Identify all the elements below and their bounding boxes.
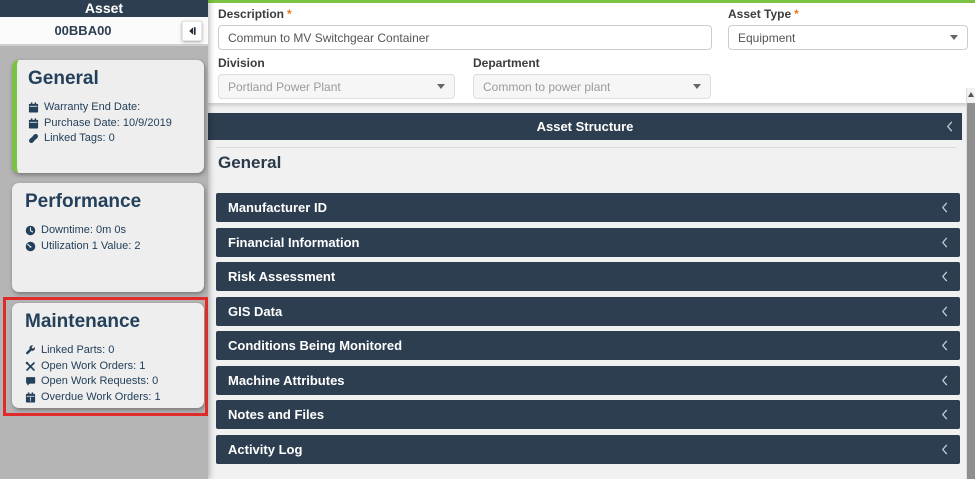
required-asterisk: *	[287, 7, 292, 21]
required-asterisk: *	[794, 7, 799, 21]
list-item: Warranty End Date:	[28, 100, 196, 116]
department-value: Common to power plant	[483, 79, 611, 94]
section-activity-log[interactable]: Activity Log	[216, 435, 960, 464]
general-card-title: General	[28, 68, 99, 89]
chevron-left-icon	[942, 271, 948, 282]
asset-sidebar: Asset 00BBA00 General Warranty End Date:…	[0, 0, 208, 479]
chevron-left-icon	[942, 306, 948, 317]
list-item: Open Work Requests: 0	[25, 374, 196, 390]
section-notes-and-files[interactable]: Notes and Files	[216, 400, 960, 429]
scrollbar-up-arrow-icon[interactable]	[968, 92, 974, 97]
asset-structure-title: Asset Structure	[536, 119, 634, 134]
vertical-scrollbar[interactable]	[966, 88, 975, 479]
wrench-icon	[26, 345, 35, 355]
section-risk-assessment[interactable]: Risk Assessment	[216, 262, 960, 291]
department-select[interactable]: Common to power plant	[473, 74, 711, 99]
performance-card: Performance Downtime: 0m 0s Utilization …	[12, 183, 204, 292]
section-machine-attributes[interactable]: Machine Attributes	[216, 366, 960, 395]
group-heading-general: General	[218, 153, 282, 172]
calendar-icon	[28, 118, 39, 129]
sidebar-header: Asset	[0, 0, 208, 17]
scrollbar-thumb[interactable]	[967, 103, 975, 479]
link-icon	[29, 134, 38, 144]
collapse-sidebar-button[interactable]	[182, 21, 202, 41]
clock-icon	[25, 225, 36, 236]
asset-structure-header[interactable]: Asset Structure	[208, 113, 962, 140]
maintenance-card: Maintenance Linked Parts: 0 Open Work Or…	[12, 303, 204, 408]
chevron-left-icon	[942, 340, 948, 351]
gauge-icon	[25, 241, 36, 252]
caret-down-icon	[437, 84, 445, 89]
asset-id: 00BBA00	[54, 23, 112, 38]
general-card: General Warranty End Date: Purchase Date…	[12, 60, 204, 173]
chevron-left-icon	[942, 409, 948, 420]
description-input[interactable]	[218, 25, 712, 50]
collapse-left-icon	[189, 27, 196, 35]
chevron-left-icon	[942, 375, 948, 386]
list-item: Utilization 1 Value: 2	[25, 239, 196, 255]
asset-type-label: Asset Type *	[728, 7, 799, 21]
maintenance-card-title: Maintenance	[25, 311, 141, 332]
chevron-left-icon	[942, 444, 948, 455]
comment-icon	[26, 377, 36, 386]
section-conditions-being-monitored[interactable]: Conditions Being Monitored	[216, 331, 960, 360]
section-financial-information[interactable]: Financial Information	[216, 228, 960, 257]
performance-card-title: Performance	[25, 191, 142, 212]
list-item: Downtime: 0m 0s	[25, 223, 196, 239]
divider	[216, 147, 956, 148]
chevron-left-icon	[942, 202, 948, 213]
chevron-left-icon	[942, 237, 948, 248]
asset-type-value: Equipment	[738, 30, 796, 45]
list-item: Linked Parts: 0	[25, 343, 196, 359]
chevron-left-icon	[947, 121, 953, 132]
calendar-icon	[28, 102, 39, 113]
department-label: Department	[473, 56, 540, 70]
sidebar-title: Asset	[84, 0, 124, 16]
list-item: Open Work Orders: 1	[25, 359, 196, 375]
caret-down-icon	[950, 35, 958, 40]
section-manufacturer-id[interactable]: Manufacturer ID	[216, 193, 960, 222]
division-label: Division	[218, 56, 265, 70]
department-field: Department Common to power plant	[473, 56, 711, 99]
list-item: Overdue Work Orders: 1	[25, 390, 196, 406]
asset-type-select[interactable]: Equipment	[728, 25, 968, 50]
description-label: Description *	[218, 7, 292, 21]
division-value: Portland Power Plant	[228, 79, 341, 94]
section-gis-data[interactable]: GIS Data	[216, 297, 960, 326]
list-item: Linked Tags: 0	[28, 131, 196, 147]
division-field: Division Portland Power Plant	[218, 56, 455, 99]
asset-id-row: 00BBA00	[0, 17, 208, 46]
tools-icon	[25, 361, 35, 371]
calendar-alert-icon	[25, 392, 36, 403]
division-select[interactable]: Portland Power Plant	[218, 74, 455, 99]
description-field: Description *	[218, 7, 712, 50]
asset-detail-panel: Description* Asset Type* Equipment Divis…	[208, 0, 975, 479]
caret-down-icon	[693, 84, 701, 89]
list-item: Purchase Date: 10/9/2019	[28, 116, 196, 132]
asset-form: Description* Asset Type* Equipment Divis…	[208, 0, 975, 103]
asset-type-field: Asset Type * Equipment	[728, 7, 968, 50]
